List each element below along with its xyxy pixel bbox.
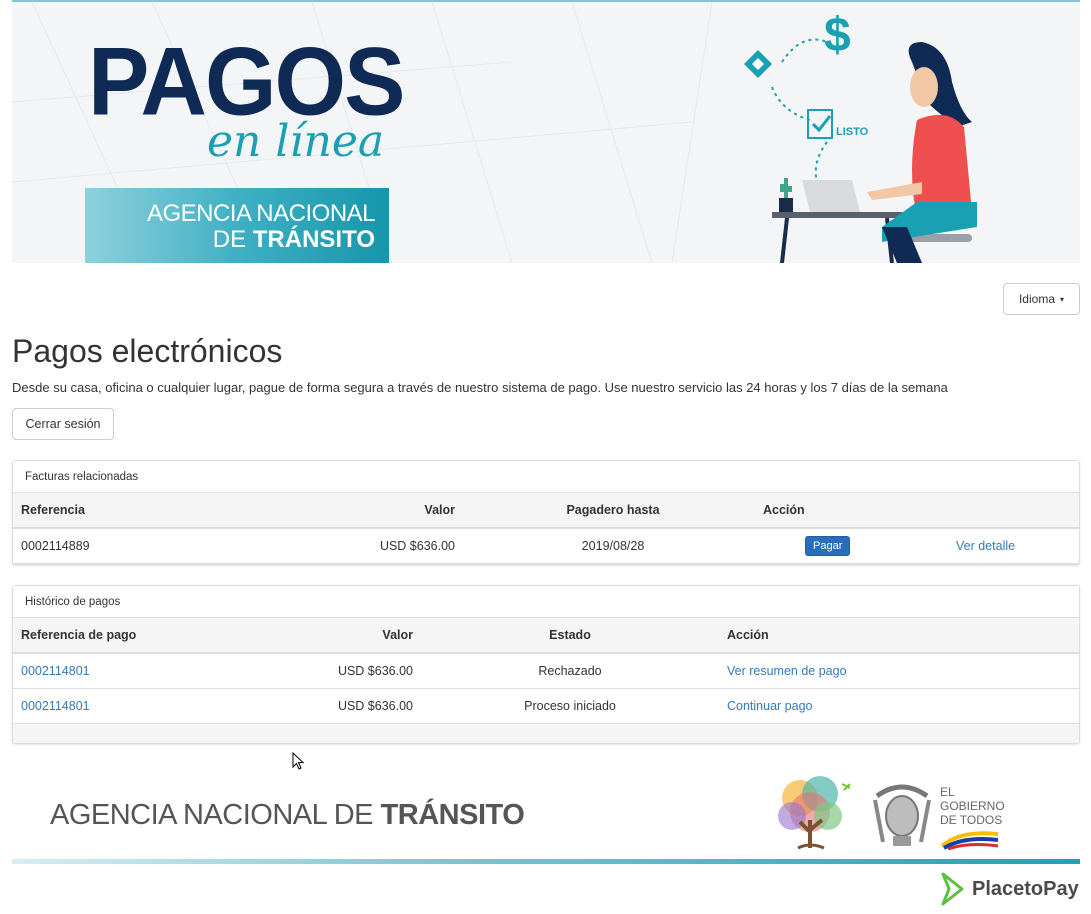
table-row: 0002114801 USD $636.00 Proceso iniciado … xyxy=(13,688,1079,724)
table-row: 0002114889 USD $636.00 2019/08/28 Pagar … xyxy=(13,528,1079,564)
col-payment-reference: Referencia de pago xyxy=(13,618,233,654)
gobierno-de-todos-logo: EL GOBIERNO DE TODOS xyxy=(940,785,1005,827)
listo-label: LISTO xyxy=(836,126,869,138)
history-table: Referencia de pago Valor Estado Acción 0… xyxy=(13,618,1079,724)
payment-reference-link[interactable]: 0002114801 xyxy=(21,699,90,713)
footer-agency-bold: TRÁNSITO xyxy=(380,799,525,831)
payment-reference-cell: 0002114801 xyxy=(13,688,233,724)
col-action: Acción xyxy=(719,618,1079,654)
payment-value: USD $636.00 xyxy=(233,688,421,724)
caret-down-icon: ▾ xyxy=(1060,294,1065,304)
gobierno-line2: GOBIERNO xyxy=(940,799,1005,813)
placetopay-logo: PlacetoPay xyxy=(940,872,1079,906)
placetopay-text: PlacetoPay xyxy=(972,877,1079,900)
col-due: Pagadero hasta xyxy=(463,493,763,529)
gobierno-line1: EL xyxy=(940,785,955,799)
history-panel: Histórico de pagos Referencia de pago Va… xyxy=(12,585,1080,744)
col-action: Acción xyxy=(763,493,923,529)
brand-subtitle: en línea xyxy=(207,116,385,167)
toda-una-vida-logo xyxy=(778,776,851,850)
footer-agency-logo: AGENCIA NACIONAL DE TRÁNSITO xyxy=(50,799,525,832)
placetopay-arrow-icon xyxy=(941,872,964,906)
network-icon xyxy=(744,50,772,78)
footer-accent-bar xyxy=(12,859,1080,864)
invoice-reference: 0002114889 xyxy=(13,528,293,564)
woman-laptop-illustration xyxy=(744,38,977,263)
invoices-heading: Facturas relacionadas xyxy=(13,461,1079,493)
view-detail-link[interactable]: Ver detalle xyxy=(956,539,1015,553)
invoice-value: USD $636.00 xyxy=(293,528,463,564)
checklist-icon xyxy=(807,109,833,139)
invoice-action-cell: Pagar xyxy=(763,528,923,564)
page-title: Pagos electrónicos xyxy=(12,333,283,369)
col-status: Estado xyxy=(421,618,719,654)
header-banner: PAGOS en línea AGENCIA NACIONAL DE TRÁNS… xyxy=(12,2,1080,263)
payment-action-cell: Ver resumen de pago xyxy=(719,653,1079,689)
payment-value: USD $636.00 xyxy=(233,653,421,689)
invoices-table: Referencia Valor Pagadero hasta Acción 0… xyxy=(13,493,1079,564)
payment-status: Proceso iniciado xyxy=(421,688,719,724)
col-reference: Referencia xyxy=(13,493,293,529)
mouse-cursor-icon xyxy=(292,752,305,770)
dollar-icon: $ xyxy=(824,9,851,62)
agency-badge: AGENCIA NACIONAL DE TRÁNSITO xyxy=(85,188,389,263)
language-label: Idioma xyxy=(1018,292,1055,306)
payment-reference-link[interactable]: 0002114801 xyxy=(21,664,90,678)
col-extra xyxy=(923,493,1079,529)
history-heading: Histórico de pagos xyxy=(13,586,1079,618)
col-value: Valor xyxy=(293,493,463,529)
ecuador-flag-stripe-icon xyxy=(940,831,999,850)
page-description: Desde su casa, oficina o cualquier lugar… xyxy=(12,380,948,395)
invoice-detail-cell: Ver detalle xyxy=(923,528,1079,564)
view-payment-summary-link[interactable]: Ver resumen de pago xyxy=(727,664,847,678)
payment-status: Rechazado xyxy=(421,653,719,689)
history-panel-footer xyxy=(13,723,1079,743)
payment-action-cell: Continuar pago xyxy=(719,688,1079,724)
logout-button[interactable]: Cerrar sesión xyxy=(12,408,114,440)
agency-badge-bold: TRÁNSITO xyxy=(252,226,375,253)
agency-badge-line2: DE TRÁNSITO xyxy=(213,226,375,254)
language-dropdown[interactable]: Idioma ▾ xyxy=(1003,283,1080,315)
continue-payment-link[interactable]: Continuar pago xyxy=(727,699,812,713)
agency-badge-prefix: DE xyxy=(212,226,253,253)
table-row: 0002114801 USD $636.00 Rechazado Ver res… xyxy=(13,653,1079,689)
invoices-panel: Facturas relacionadas Referencia Valor P… xyxy=(12,460,1080,565)
invoice-due-date: 2019/08/28 xyxy=(463,528,763,564)
gobierno-line3: DE TODOS xyxy=(940,813,1003,827)
payment-reference-cell: 0002114801 xyxy=(13,653,233,689)
footer-agency-prefix: AGENCIA NACIONAL DE xyxy=(50,799,381,831)
agency-badge-line1: AGENCIA NACIONAL xyxy=(146,200,376,227)
ecuador-coat-of-arms-icon xyxy=(873,784,931,846)
pay-button[interactable]: Pagar xyxy=(805,535,851,556)
col-value: Valor xyxy=(233,618,421,654)
